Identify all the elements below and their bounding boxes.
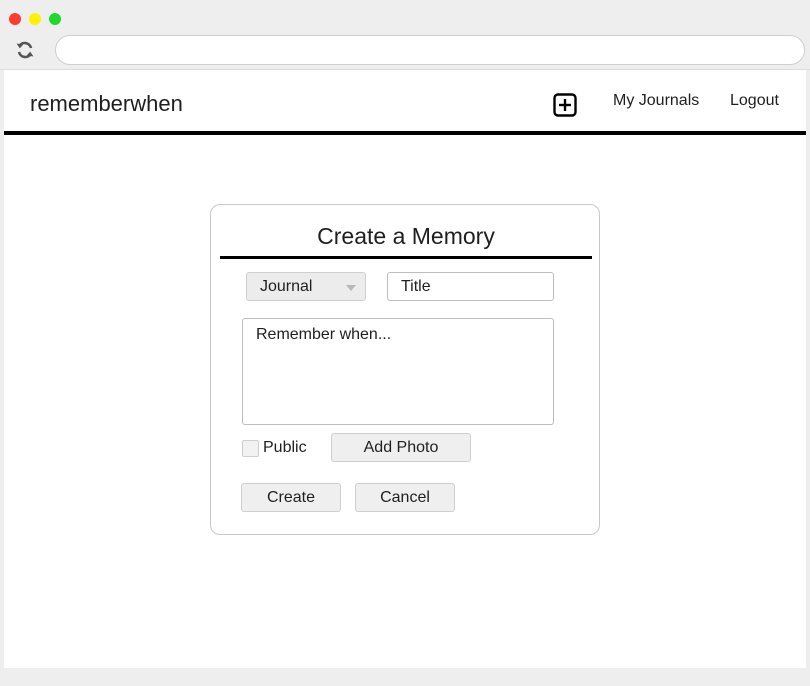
site-logo[interactable]: rememberwhen — [30, 91, 183, 117]
title-input[interactable]: Title — [387, 272, 554, 301]
nav-my-journals[interactable]: My Journals — [613, 92, 699, 110]
browser-chrome — [0, 0, 810, 70]
window-frame-right — [806, 70, 810, 686]
create-memory-form: Create a Memory Journal Title Remember w… — [210, 204, 600, 535]
maximize-window-button[interactable] — [49, 13, 61, 25]
window-frame-bottom — [0, 668, 810, 686]
journal-select-value: Journal — [260, 278, 313, 295]
close-window-button[interactable] — [9, 13, 21, 25]
chevron-down-icon — [346, 285, 356, 291]
create-button[interactable]: Create — [241, 483, 341, 512]
reload-icon[interactable] — [13, 38, 37, 62]
plus-square-icon[interactable] — [553, 93, 577, 117]
public-checkbox[interactable] — [242, 440, 259, 457]
form-title-divider — [220, 256, 592, 259]
nav-logout[interactable]: Logout — [730, 92, 779, 110]
window-frame-left — [0, 70, 4, 686]
journal-select[interactable]: Journal — [246, 272, 366, 301]
header-divider — [4, 131, 806, 135]
memory-text-area[interactable]: Remember when... — [242, 318, 554, 425]
add-photo-button[interactable]: Add Photo — [331, 433, 471, 462]
public-checkbox-label: Public — [263, 439, 307, 456]
cancel-button[interactable]: Cancel — [355, 483, 455, 512]
minimize-window-button[interactable] — [29, 13, 41, 25]
form-title: Create a Memory — [317, 223, 495, 249]
address-bar[interactable] — [55, 35, 805, 65]
